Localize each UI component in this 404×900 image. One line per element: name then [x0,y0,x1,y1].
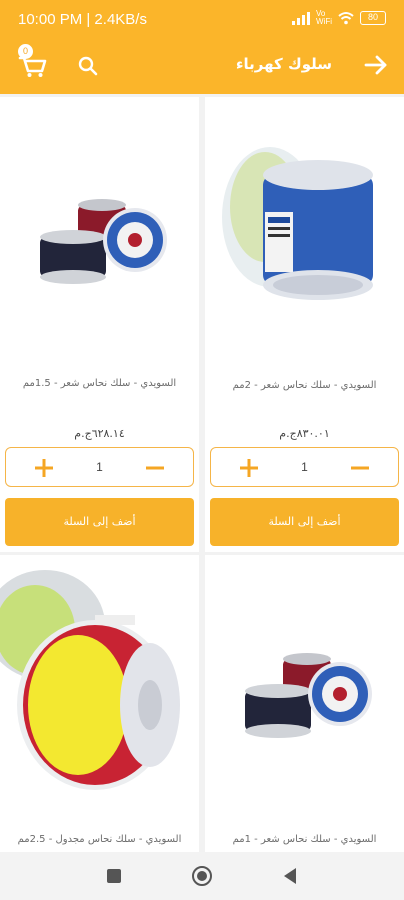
cart-count-badge: 0 [18,44,33,59]
back-button[interactable] [362,51,390,79]
vowifi-label: Vo WiFi [316,9,332,26]
product-card[interactable]: السويدي - سلك نحاس شعر - 1.5مم ٦٢٨.١٤ج.م… [0,97,199,552]
add-to-cart-button[interactable]: أضف إلى السلة [210,498,399,546]
quantity-stepper: 1 [5,447,194,487]
add-to-cart-button[interactable]: أضف إلى السلة [5,498,194,546]
product-image [0,555,199,815]
product-price: ٨٣٠.٠١ج.م [279,427,330,440]
system-nav-bar [0,852,404,900]
search-button[interactable] [74,52,102,80]
product-image [0,97,199,357]
battery-icon: 80 [360,11,386,25]
status-time: 10:00 PM | 2.4KB/s [18,11,147,28]
quantity-stepper: 1 [210,447,399,487]
product-name: السويدي - سلك نحاس شعر - 2مم [232,380,377,391]
product-card[interactable]: السويدي - سلك نحاس شعر - 2مم ٨٣٠.٠١ج.م 1… [205,97,404,552]
minus-icon[interactable] [346,454,374,482]
product-card[interactable]: السويدي - سلك نحاس شعر - 1مم [205,555,404,852]
signal-icon [292,11,310,25]
home-icon[interactable] [192,866,212,886]
product-name: السويدي - سلك نحاس شعر - 1.5مم [22,378,177,389]
product-image [205,555,404,815]
status-icons: Vo WiFi 80 [292,10,386,26]
product-image [205,97,404,357]
product-card[interactable]: السويدي - سلك نحاس مجدول - 2.5مم [0,555,199,852]
arrow-right-icon [364,55,387,75]
product-name: السويدي - سلك نحاس مجدول - 2.5مم [17,834,182,845]
minus-icon[interactable] [141,454,169,482]
status-bar: 10:00 PM | 2.4KB/s Vo WiFi 80 [0,0,404,38]
product-name: السويدي - سلك نحاس شعر - 1مم [232,834,377,845]
page-title: سلوك كهرباء [235,55,332,73]
app-bar: 0 سلوك كهرباء [0,38,404,94]
recent-apps-icon[interactable] [107,869,121,883]
wifi-icon [338,12,354,25]
back-triangle-icon[interactable] [284,868,296,884]
product-price: ٦٢٨.١٤ج.م [74,427,125,440]
cart-button[interactable]: 0 [14,44,50,80]
search-icon [78,56,98,76]
